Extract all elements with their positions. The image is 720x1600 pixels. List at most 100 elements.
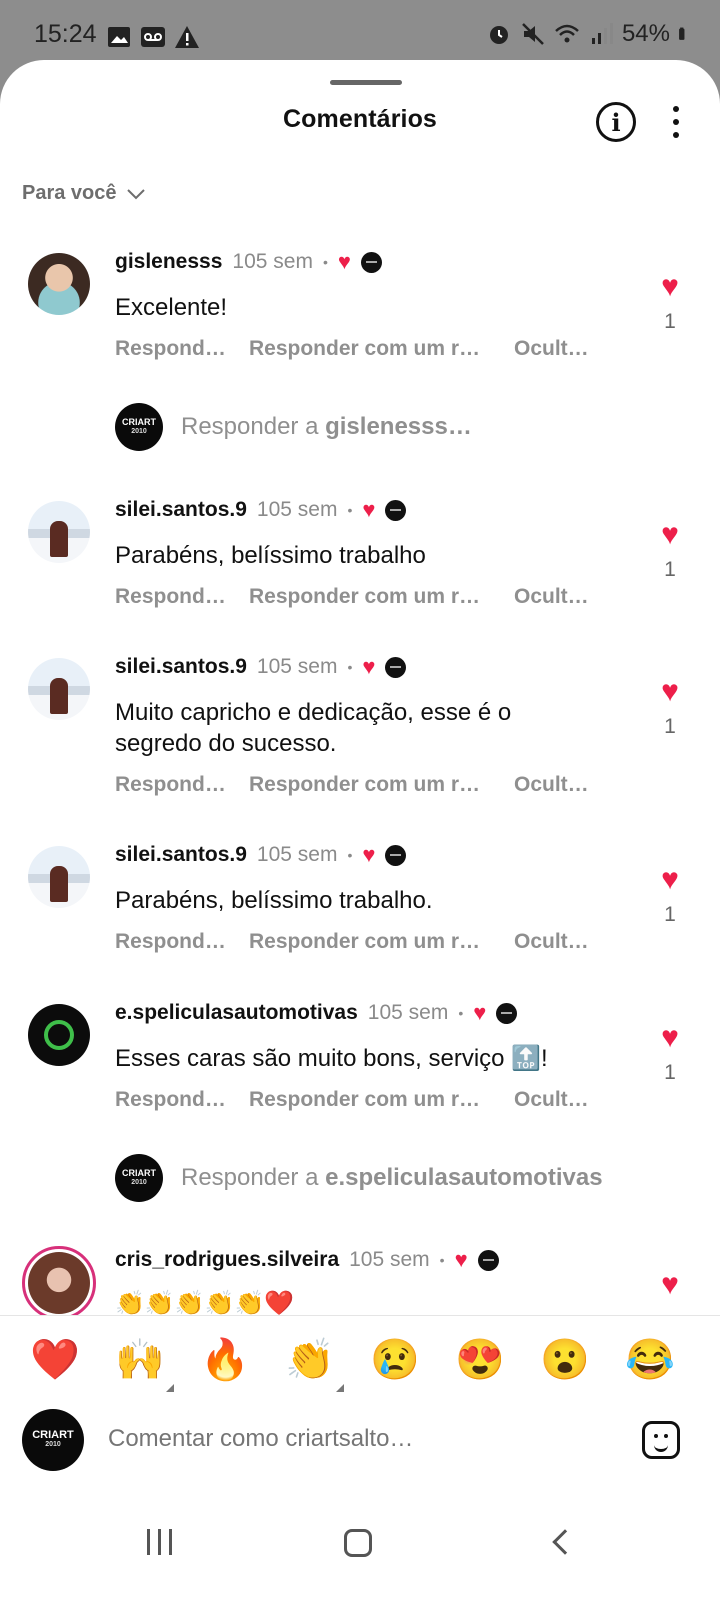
battery-level: 54% xyxy=(621,20,670,47)
comment-actions: Respond… Responder com um r… Ocult… xyxy=(115,337,589,361)
reply-with-button[interactable]: Responder com um r… xyxy=(249,930,514,954)
comment-username[interactable]: e.speliculasautomotivas xyxy=(115,1001,358,1025)
like-count: 1 xyxy=(664,903,676,926)
reply-with-button[interactable]: Responder com um r… xyxy=(249,773,514,797)
reaction-clap[interactable]: 👏 xyxy=(284,1334,344,1392)
signal-icon xyxy=(591,23,613,44)
like-count: 1 xyxy=(664,1061,676,1084)
reply-button[interactable]: Respond… xyxy=(115,337,249,361)
reply-input-row[interactable]: CRIART 2010 Responder a gislenesss… xyxy=(115,403,472,451)
avatar: CRIART 2010 xyxy=(115,403,163,451)
avatar[interactable] xyxy=(28,253,90,315)
reaction-crying[interactable]: 😢 xyxy=(369,1334,421,1386)
comment-text: Parabéns, belíssimo trabalho xyxy=(115,542,426,569)
sticker-icon[interactable] xyxy=(642,1421,680,1459)
comment-header: silei.santos.9 105 sem • ♥ xyxy=(115,654,407,679)
alarm-icon xyxy=(489,26,508,44)
comment-username[interactable]: cris_rodrigues.silveira xyxy=(115,1248,339,1272)
wifi-icon xyxy=(555,24,579,43)
avatar[interactable] xyxy=(28,658,90,720)
reaction-raised-hands[interactable]: 🙌 xyxy=(114,1334,174,1392)
voicemail-icon xyxy=(141,27,165,47)
creator-liked-heart-icon: ♥ xyxy=(362,654,376,679)
avatar[interactable] xyxy=(28,1004,90,1066)
heart-icon[interactable]: ♥ xyxy=(656,1023,684,1053)
more-options-icon[interactable] xyxy=(664,104,688,140)
reply-button[interactable]: Respond… xyxy=(115,773,249,797)
like-control[interactable]: ♥ 1 xyxy=(656,865,684,927)
comment-text: Muito capricho e dedicação, esse é o seg… xyxy=(115,699,512,757)
avatar[interactable] xyxy=(28,501,90,563)
separator-dot: • xyxy=(347,502,353,518)
back-icon[interactable] xyxy=(552,1529,578,1555)
creator-liked-heart-icon: ♥ xyxy=(362,497,376,522)
like-control[interactable]: ♥ 1 xyxy=(656,520,684,582)
comment-username[interactable]: silei.santos.9 xyxy=(115,843,247,867)
creator-liked-heart-icon: ♥ xyxy=(454,1247,468,1272)
like-control[interactable]: ♥ 1 xyxy=(656,677,684,739)
comment-input[interactable] xyxy=(108,1425,608,1453)
creator-liked-heart-icon: ♥ xyxy=(362,842,376,867)
system-navigation-bar xyxy=(0,1485,720,1600)
comment-time: 105 sem xyxy=(232,250,313,273)
sort-filter-dropdown[interactable]: Para você xyxy=(22,182,145,205)
variant-indicator-icon xyxy=(166,1384,174,1392)
hide-button[interactable]: Ocult… xyxy=(514,930,589,954)
reply-prompt: Responder a gislenesss… xyxy=(181,413,472,440)
separator-dot: • xyxy=(322,254,328,270)
reaction-surprised[interactable]: 😮 xyxy=(539,1334,591,1386)
avatar: CRIART 2010 xyxy=(22,1409,84,1471)
battery-icon xyxy=(679,27,685,40)
comment-actions: Respond… Responder com um r… Ocult… xyxy=(115,585,589,609)
creator-avatar-icon xyxy=(477,1249,499,1271)
separator-dot: • xyxy=(347,847,353,863)
quick-reactions-bar: ❤️ 🙌 🔥 👏 😢 😍 😮 😂 xyxy=(0,1315,720,1405)
warning-icon xyxy=(175,26,199,48)
comment-text: Parabéns, belíssimo trabalho. xyxy=(115,887,433,914)
comment-username[interactable]: silei.santos.9 xyxy=(115,655,247,679)
hide-button[interactable]: Ocult… xyxy=(514,773,589,797)
reaction-laughing[interactable]: 😂 xyxy=(624,1334,676,1386)
reply-with-button[interactable]: Responder com um r… xyxy=(249,1088,514,1112)
heart-icon[interactable]: ♥ xyxy=(656,272,684,302)
comment-username[interactable]: silei.santos.9 xyxy=(115,498,247,522)
heart-icon[interactable]: ♥ xyxy=(656,1270,684,1300)
like-count: 1 xyxy=(664,310,676,333)
heart-icon[interactable]: ♥ xyxy=(656,865,684,895)
info-icon[interactable]: i xyxy=(596,102,636,142)
hide-button[interactable]: Ocult… xyxy=(514,337,589,361)
reply-with-button[interactable]: Responder com um r… xyxy=(249,585,514,609)
avatar: CRIART 2010 xyxy=(115,1154,163,1202)
sheet-drag-handle[interactable] xyxy=(330,80,402,85)
like-count: 1 xyxy=(664,558,676,581)
reaction-fire[interactable]: 🔥 xyxy=(199,1334,251,1386)
reaction-heart-eyes[interactable]: 😍 xyxy=(454,1334,506,1386)
variant-indicator-icon xyxy=(336,1384,344,1392)
separator-dot: • xyxy=(439,1252,445,1268)
like-control[interactable]: ♥ xyxy=(656,1270,684,1300)
reply-button[interactable]: Respond… xyxy=(115,930,249,954)
creator-avatar-icon xyxy=(385,499,407,521)
hide-button[interactable]: Ocult… xyxy=(514,1088,589,1112)
reply-button[interactable]: Respond… xyxy=(115,585,249,609)
creator-liked-heart-icon: ♥ xyxy=(473,1000,487,1025)
reply-with-button[interactable]: Responder com um r… xyxy=(249,337,514,361)
home-icon[interactable] xyxy=(344,1529,372,1557)
reaction-heart[interactable]: ❤️ xyxy=(29,1334,81,1386)
comment-header: e.speliculasautomotivas 105 sem • ♥ xyxy=(115,1000,518,1025)
like-control[interactable]: ♥ 1 xyxy=(656,272,684,334)
comment-username[interactable]: gislenesss xyxy=(115,250,222,274)
avatar[interactable] xyxy=(22,1246,96,1320)
hide-button[interactable]: Ocult… xyxy=(514,585,589,609)
creator-liked-heart-icon: ♥ xyxy=(337,249,351,274)
recent-apps-icon[interactable] xyxy=(147,1529,172,1555)
heart-icon[interactable]: ♥ xyxy=(656,677,684,707)
like-control[interactable]: ♥ 1 xyxy=(656,1023,684,1085)
reply-input-row[interactable]: CRIART 2010 Responder a e.speliculasautom… xyxy=(115,1154,603,1202)
avatar[interactable] xyxy=(28,846,90,908)
heart-icon[interactable]: ♥ xyxy=(656,520,684,550)
status-time: 15:24 xyxy=(34,20,97,48)
chevron-down-icon xyxy=(126,188,145,199)
reply-button[interactable]: Respond… xyxy=(115,1088,249,1112)
filter-label: Para você xyxy=(22,182,117,204)
